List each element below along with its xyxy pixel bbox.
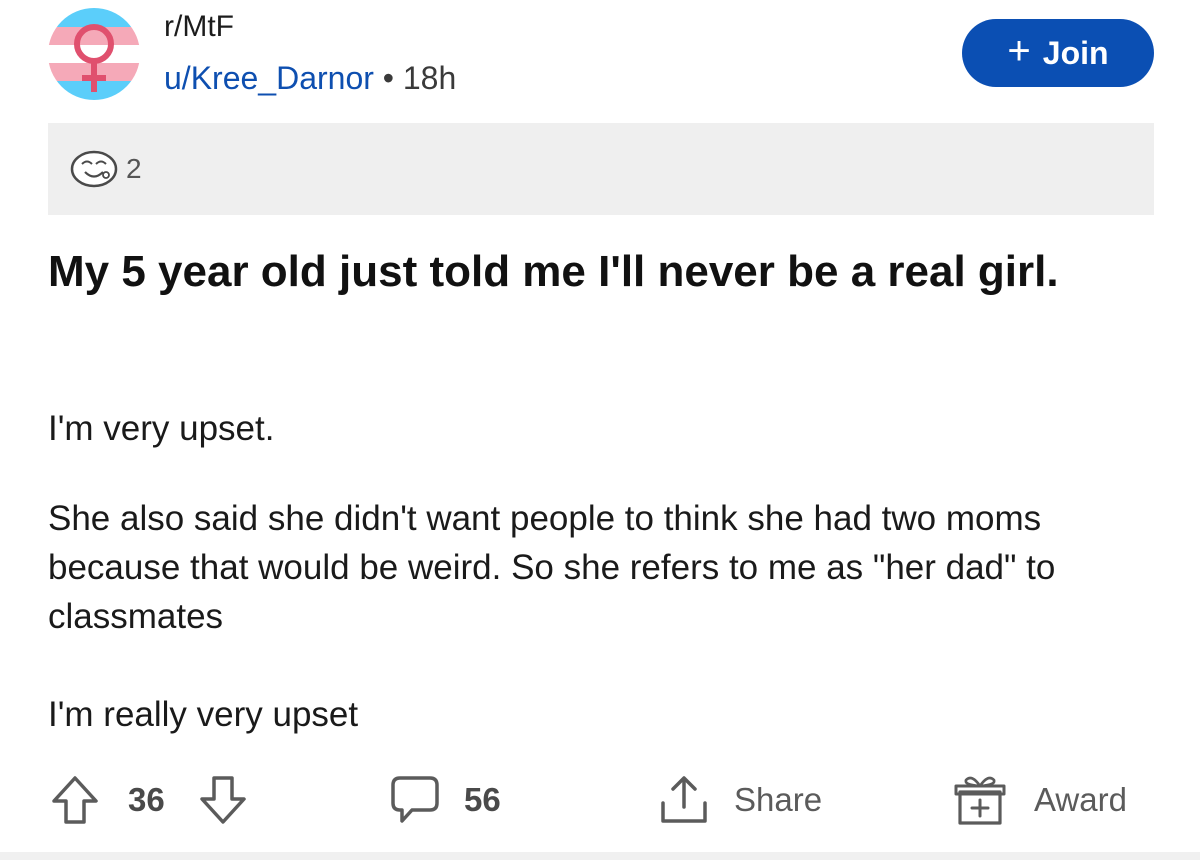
upvote-button[interactable] — [50, 770, 100, 830]
divider — [0, 852, 1200, 860]
subreddit-name[interactable]: r/MtF — [164, 10, 234, 44]
meta-separator: • — [382, 60, 394, 96]
awards-strip[interactable]: 2 — [48, 123, 1154, 215]
award-label: Award — [1034, 781, 1127, 818]
trans-flag-venus-icon — [48, 8, 140, 100]
share-label: Share — [734, 781, 823, 818]
post-meta: u/Kree_Darnor • 18h — [164, 60, 456, 96]
post-paragraph: I'm very upset. — [48, 409, 275, 448]
post-age: 18h — [402, 60, 457, 96]
vote-count: 36 — [128, 781, 165, 818]
arrow-up-icon — [52, 776, 98, 824]
plus-icon: + — [1007, 29, 1031, 73]
post-page: r/MtF u/Kree_Darnor • 18h + Join 2 My 5 … — [0, 0, 1200, 860]
arrow-down-icon — [200, 776, 246, 824]
join-button[interactable]: + Join — [962, 19, 1154, 87]
comment-count: 56 — [464, 781, 501, 818]
comments-button[interactable]: 56 — [388, 770, 501, 830]
post-paragraph: She also said she didn't want people to … — [48, 499, 1056, 636]
author-link[interactable]: u/Kree_Darnor — [164, 60, 374, 96]
award-count: 2 — [126, 153, 142, 184]
award-button[interactable]: Award — [950, 770, 1127, 830]
downvote-button[interactable] — [198, 770, 248, 830]
join-label: Join — [1042, 34, 1109, 71]
share-upload-icon — [661, 776, 707, 823]
post-action-bar: 36 56 Share Award — [0, 770, 1200, 830]
awesome-answer-face-icon — [70, 150, 118, 188]
post-paragraph: I'm really very upset — [48, 695, 359, 734]
share-button[interactable]: Share — [658, 770, 822, 830]
subreddit-avatar[interactable] — [48, 8, 140, 100]
post-title: My 5 year old just told me I'll never be… — [48, 247, 1059, 296]
comment-bubble-icon — [391, 776, 439, 823]
gift-box-icon — [954, 776, 1006, 825]
